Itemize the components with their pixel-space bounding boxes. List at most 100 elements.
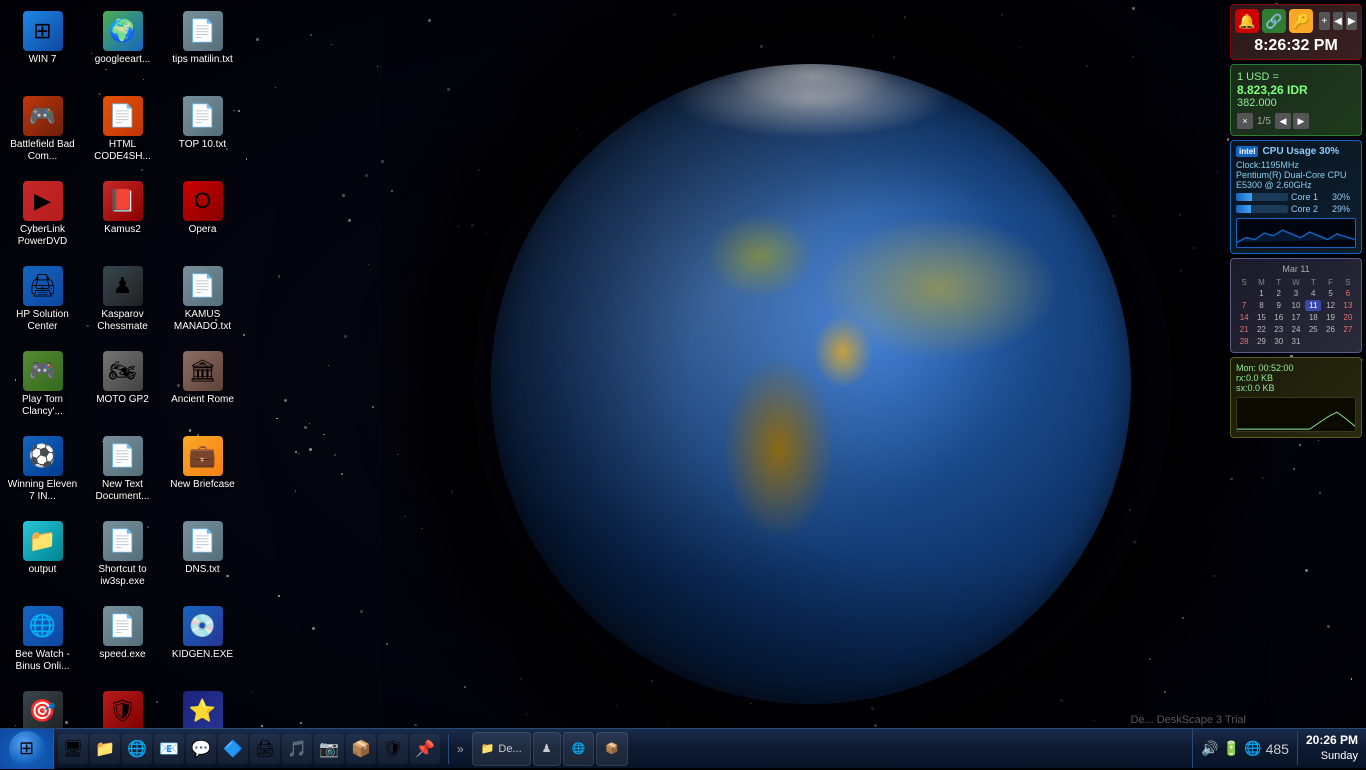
cal-day-13[interactable]: 13 bbox=[1340, 300, 1356, 311]
desktop-icon-shortcut[interactable]: 📄Shortcut to iw3sp.exe bbox=[85, 515, 160, 600]
cal-day-16[interactable]: 16 bbox=[1271, 312, 1287, 323]
cal-day-20[interactable]: 20 bbox=[1340, 312, 1356, 323]
clock-nav-right[interactable]: ▶ bbox=[1346, 12, 1357, 30]
desktop-icon-win7[interactable]: ⊞WIN 7 bbox=[5, 5, 80, 90]
icon-label-kasparov: Kasparov Chessmate bbox=[87, 309, 158, 333]
desktop-icon-tips[interactable]: 📄tips matilin.txt bbox=[165, 5, 240, 90]
desktop-icon-newtxt[interactable]: 📄New Text Document... bbox=[85, 430, 160, 515]
icon-label-tomclancy: Play Tom Clancy'... bbox=[7, 394, 78, 418]
start-button[interactable]: ⊞ bbox=[0, 729, 54, 769]
tray-icon-2[interactable]: 🔋 bbox=[1223, 740, 1240, 757]
cal-day-26[interactable]: 26 bbox=[1322, 324, 1338, 335]
cal-day-14[interactable]: 14 bbox=[1236, 312, 1252, 323]
cal-day-28[interactable]: 28 bbox=[1236, 336, 1252, 347]
desktop-icon-top10[interactable]: 📄TOP 10.txt bbox=[165, 90, 240, 175]
desktop-icon-beewatch[interactable]: 🌐Bee Watch - Binus Onli... bbox=[5, 600, 80, 685]
taskbar-open-item-explorer[interactable]: 📁 De... bbox=[472, 732, 531, 766]
cal-day-1[interactable]: 1 bbox=[1253, 288, 1269, 299]
currency-close[interactable]: × bbox=[1237, 113, 1253, 129]
cal-day-23[interactable]: 23 bbox=[1271, 324, 1287, 335]
cal-day-6[interactable]: 6 bbox=[1340, 288, 1356, 299]
desktop-icon-kamus2[interactable]: 📕Kamus2 bbox=[85, 175, 160, 260]
cal-day-10[interactable]: 10 bbox=[1288, 300, 1304, 311]
taskbar-open-item-3[interactable]: 🌐 bbox=[563, 732, 595, 766]
desktop-icon-kasparov[interactable]: ♟Kasparov Chessmate bbox=[85, 260, 160, 345]
taskbar-clock[interactable]: 20:26 PM Sunday bbox=[1297, 732, 1366, 764]
tray-icon-1[interactable]: 🔊 bbox=[1201, 740, 1218, 757]
tray-icon-3[interactable]: 🌐 bbox=[1244, 740, 1261, 757]
icon-label-win7: WIN 7 bbox=[29, 54, 57, 66]
taskbar-icon-8[interactable]: 📷 bbox=[314, 734, 344, 764]
taskbar-open-item-4[interactable]: 📦 bbox=[596, 732, 628, 766]
taskbar-icon-4[interactable]: 💬 bbox=[186, 734, 216, 764]
currency-widget: 1 USD = 8.823,26 IDR 382.000 × 1/5 ◀ ▶ bbox=[1230, 64, 1362, 136]
cal-day-2[interactable]: 2 bbox=[1271, 288, 1287, 299]
desktop-icon-kidgen[interactable]: 💿KIDGEN.EXE bbox=[165, 600, 240, 685]
cal-day-4[interactable]: 4 bbox=[1305, 288, 1321, 299]
taskbar-icon-7[interactable]: 🎵 bbox=[282, 734, 312, 764]
cal-day-5[interactable]: 5 bbox=[1322, 288, 1338, 299]
desktop-icon-speed[interactable]: 📄speed.exe bbox=[85, 600, 160, 685]
cal-day-3[interactable]: 3 bbox=[1288, 288, 1304, 299]
cal-day-31[interactable]: 31 bbox=[1288, 336, 1304, 347]
desktop-icon-tomclancy[interactable]: 🎮Play Tom Clancy'... bbox=[5, 345, 80, 430]
taskbar-icon-11[interactable]: 📌 bbox=[410, 734, 440, 764]
icon-img-kidgen: 💿 bbox=[183, 606, 223, 646]
cpu-core1-val: 30% bbox=[1332, 192, 1356, 202]
desktop-icon-kamus[interactable]: 📄KAMUS MANADO.txt bbox=[165, 260, 240, 345]
cal-day-12[interactable]: 12 bbox=[1322, 300, 1338, 311]
desktop-icon-battlefield[interactable]: 🎮Battlefield Bad Com... bbox=[5, 90, 80, 175]
taskbar-icon-10[interactable]: 🛡 bbox=[378, 734, 408, 764]
cal-day-9[interactable]: 9 bbox=[1271, 300, 1287, 311]
desktop-icon-ancientrome[interactable]: 🏛Ancient Rome bbox=[165, 345, 240, 430]
desktop-icon-dns[interactable]: 📄DNS.txt bbox=[165, 515, 240, 600]
clock-btn-red[interactable]: 🔔 bbox=[1235, 9, 1259, 33]
clock-btn-gold[interactable]: 🔑 bbox=[1289, 9, 1313, 33]
cal-day-24[interactable]: 24 bbox=[1288, 324, 1304, 335]
cal-day-22[interactable]: 22 bbox=[1253, 324, 1269, 335]
taskbar-icon-3[interactable]: 📧 bbox=[154, 734, 184, 764]
taskbar-quick-launch: 🖥 📁 🌐 📧 💬 🔷 🖨 🎵 📷 📦 🛡 📌 bbox=[54, 729, 444, 768]
desktop-icon-htmlcode[interactable]: 📄HTML CODE4SH... bbox=[85, 90, 160, 175]
icon-label-output: output bbox=[29, 564, 57, 576]
taskbar-icon-1[interactable]: 📁 bbox=[90, 734, 120, 764]
cal-day-21[interactable]: 21 bbox=[1236, 324, 1252, 335]
taskbar-icon-2[interactable]: 🌐 bbox=[122, 734, 152, 764]
cpu-subtitle2: Pentium(R) Dual-Core CPU bbox=[1236, 170, 1356, 180]
icon-img-shortcut: 📄 bbox=[103, 521, 143, 561]
clock-nav-left[interactable]: ◀ bbox=[1333, 12, 1344, 30]
desktop-icon-briefcase[interactable]: 💼New Briefcase bbox=[165, 430, 240, 515]
taskbar-icon-9[interactable]: 📦 bbox=[346, 734, 376, 764]
desktop-icon-googleearth[interactable]: 🌍googleeart... bbox=[85, 5, 160, 90]
taskbar-show-more[interactable]: » bbox=[453, 742, 468, 756]
icon-img-kamus: 📄 bbox=[183, 266, 223, 306]
taskbar-icon-5[interactable]: 🔷 bbox=[218, 734, 248, 764]
cal-day-8[interactable]: 8 bbox=[1253, 300, 1269, 311]
currency-nav-right[interactable]: ▶ bbox=[1293, 113, 1309, 129]
taskbar-icon-show-desktop[interactable]: 🖥 bbox=[58, 734, 88, 764]
clock-add-btn[interactable]: + bbox=[1319, 12, 1330, 30]
clock-btn-green[interactable]: 🔗 bbox=[1262, 9, 1286, 33]
cal-day-18[interactable]: 18 bbox=[1305, 312, 1321, 323]
cal-day-19[interactable]: 19 bbox=[1322, 312, 1338, 323]
desktop-icon-hp[interactable]: 🖨HP Solution Center bbox=[5, 260, 80, 345]
cal-day-17[interactable]: 17 bbox=[1288, 312, 1304, 323]
cal-day-15[interactable]: 15 bbox=[1253, 312, 1269, 323]
desktop-icon-motogp[interactable]: 🏍MOTO GP2 bbox=[85, 345, 160, 430]
desktop-icon-output[interactable]: 📁output bbox=[5, 515, 80, 600]
cal-day-7[interactable]: 7 bbox=[1236, 300, 1252, 311]
cal-day-25[interactable]: 25 bbox=[1305, 324, 1321, 335]
currency-nav: × 1/5 ◀ ▶ bbox=[1237, 113, 1355, 129]
cal-day-27[interactable]: 27 bbox=[1340, 324, 1356, 335]
currency-nav-left[interactable]: ◀ bbox=[1275, 113, 1291, 129]
cal-day-11[interactable]: 11 bbox=[1305, 300, 1321, 311]
desktop-icon-opera[interactable]: OOpera bbox=[165, 175, 240, 260]
cal-day-29[interactable]: 29 bbox=[1253, 336, 1269, 347]
tray-icon-4[interactable]: 485 bbox=[1266, 741, 1289, 757]
desktop-icon-cyberlink[interactable]: ▶CyberLink PowerDVD bbox=[5, 175, 80, 260]
taskbar-open-item-2[interactable]: ♟ bbox=[533, 732, 561, 766]
desktop-icon-winning[interactable]: ⚽Winning Eleven 7 IN... bbox=[5, 430, 80, 515]
icon-label-battlefield: Battlefield Bad Com... bbox=[7, 139, 78, 163]
cal-day-30[interactable]: 30 bbox=[1271, 336, 1287, 347]
taskbar-icon-6[interactable]: 🖨 bbox=[250, 734, 280, 764]
